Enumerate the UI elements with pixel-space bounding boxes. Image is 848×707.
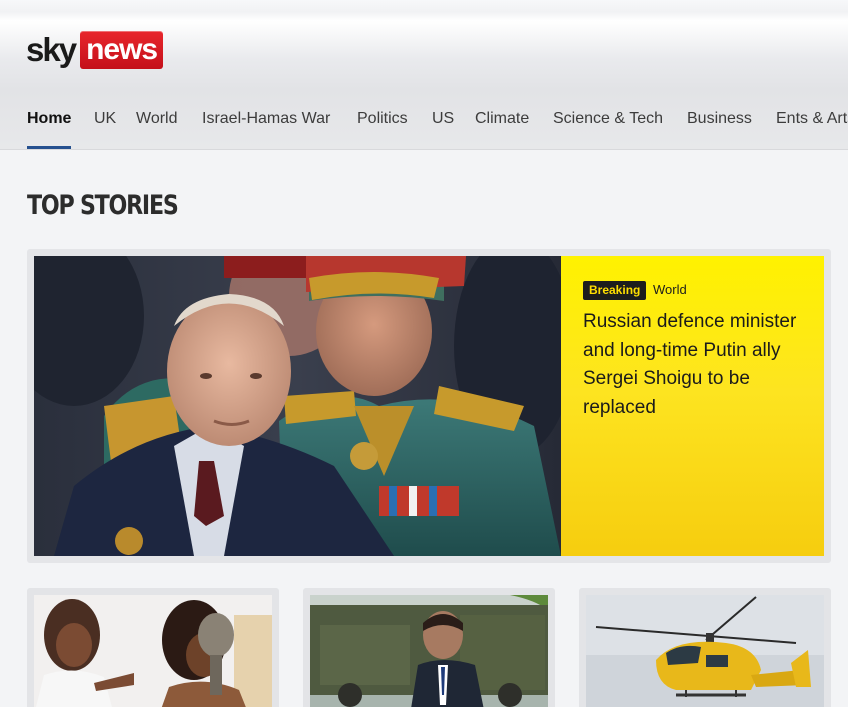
- story-image-2[interactable]: [310, 595, 548, 707]
- story-photo-1: [34, 595, 272, 707]
- hero-story-image[interactable]: [34, 256, 561, 556]
- hero-headline[interactable]: Russian defence minister and long-time P…: [583, 308, 815, 422]
- sky-news-logo[interactable]: sky news: [26, 30, 164, 70]
- logo-news-text: news: [80, 31, 164, 69]
- story-photo-2: [310, 595, 548, 707]
- story-category[interactable]: World: [653, 282, 687, 298]
- section-title-top-stories: TOP STORIES: [27, 190, 179, 221]
- logo-sky-text: sky: [26, 31, 77, 68]
- nav-item-politics[interactable]: Politics: [357, 110, 408, 148]
- site-header: sky news Home UK World Israel-Hamas War …: [0, 0, 848, 150]
- nav-item-uk[interactable]: UK: [94, 110, 116, 148]
- story-image-1[interactable]: [34, 595, 272, 707]
- nav-item-ents-arts[interactable]: Ents & Arts: [776, 110, 848, 148]
- nav-item-business[interactable]: Business: [687, 110, 752, 148]
- nav-item-israel-hamas-war[interactable]: Israel-Hamas War: [202, 110, 330, 148]
- nav-item-us[interactable]: US: [432, 110, 454, 148]
- hero-photo-illustration: [34, 256, 561, 556]
- nav-item-world[interactable]: World: [136, 110, 178, 148]
- nav-item-climate[interactable]: Climate: [475, 110, 529, 148]
- main-nav: Home UK World Israel-Hamas War Politics …: [0, 100, 848, 150]
- story-photo-3: [586, 595, 824, 707]
- nav-item-science-tech[interactable]: Science & Tech: [553, 110, 663, 148]
- story-image-3[interactable]: [586, 595, 824, 707]
- nav-item-home[interactable]: Home: [27, 110, 72, 149]
- breaking-badge: Breaking: [583, 281, 647, 300]
